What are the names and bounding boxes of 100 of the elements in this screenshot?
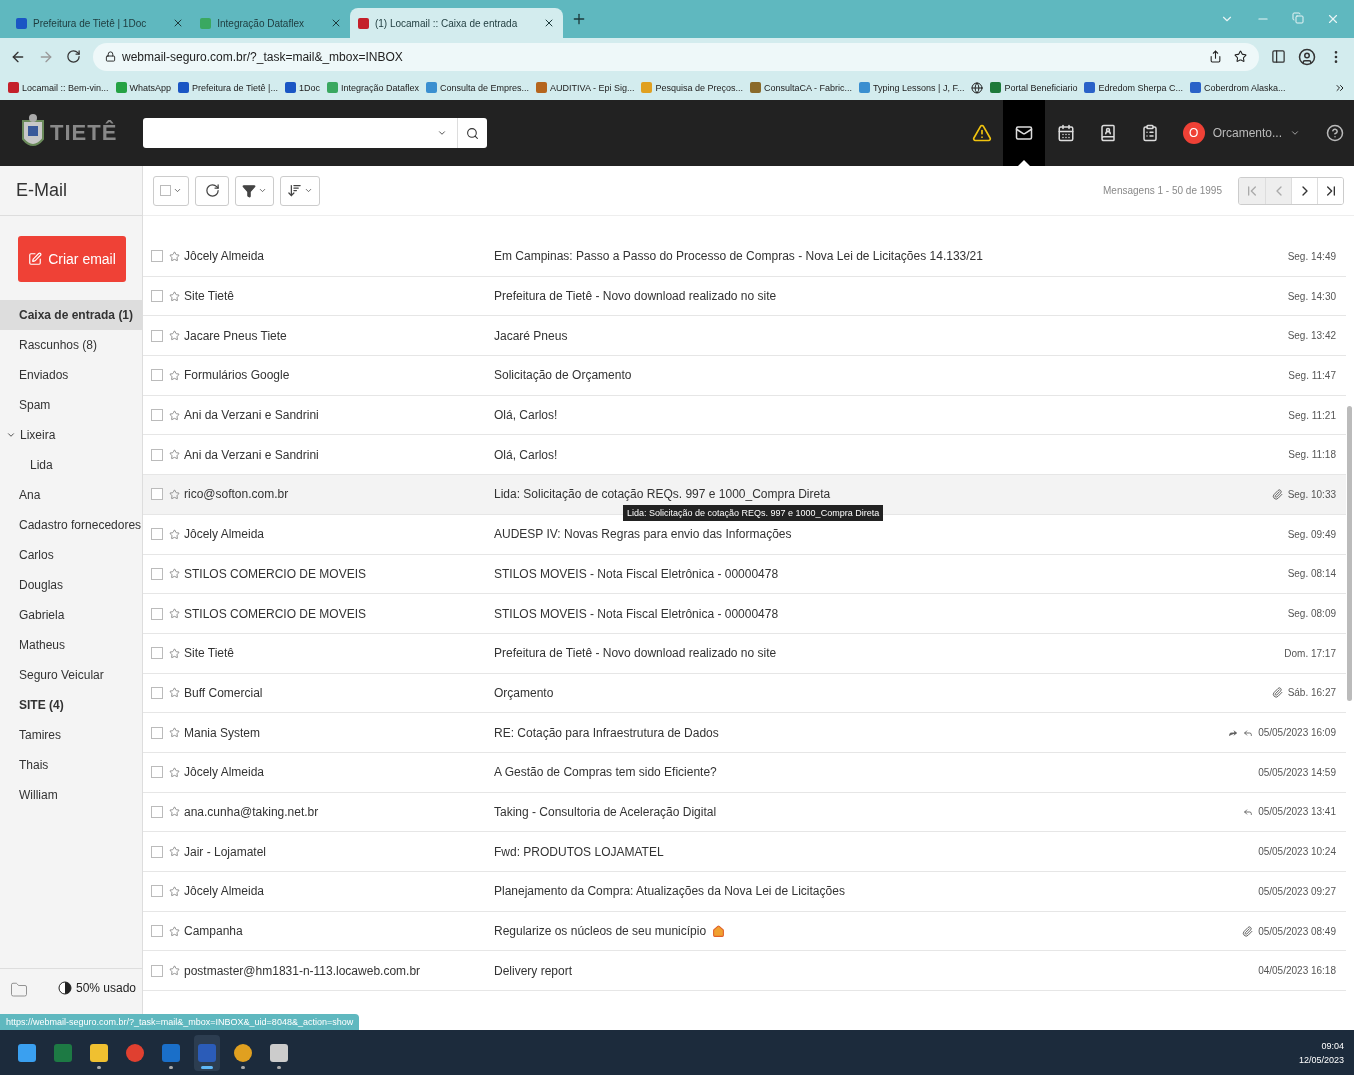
row-checkbox[interactable] xyxy=(151,726,163,739)
sort-icon xyxy=(287,183,302,198)
help-icon[interactable] xyxy=(1326,124,1344,142)
folder-item[interactable]: Seguro Veicular xyxy=(0,660,142,690)
row-checkbox[interactable] xyxy=(151,567,163,580)
row-checkbox[interactable] xyxy=(151,885,163,898)
star-icon[interactable] xyxy=(169,727,180,739)
folder-item[interactable]: Lida xyxy=(0,450,142,480)
row-checkbox[interactable] xyxy=(151,250,163,263)
star-icon[interactable] xyxy=(169,885,180,897)
folder-item[interactable]: Rascunhos (8) xyxy=(0,330,142,360)
star-icon[interactable] xyxy=(169,290,180,302)
star-icon[interactable] xyxy=(169,687,180,699)
star-icon[interactable] xyxy=(169,330,180,342)
bookmark[interactable]: Typing Lessons | J, F... xyxy=(859,82,965,93)
folder-icon[interactable] xyxy=(10,981,28,999)
row-checkbox[interactable] xyxy=(151,647,163,660)
star-icon[interactable] xyxy=(169,528,180,540)
folder-item[interactable]: Gabriela xyxy=(0,600,142,630)
bookmark[interactable]: 1Doc xyxy=(284,82,320,93)
select-button[interactable] xyxy=(153,175,189,206)
sort-button[interactable] xyxy=(280,175,320,206)
globe-icon[interactable] xyxy=(971,81,984,94)
star-icon[interactable] xyxy=(169,846,180,858)
folder-item[interactable]: Ana xyxy=(0,480,142,510)
folder-item[interactable]: Carlos xyxy=(0,540,142,570)
reload-icon[interactable] xyxy=(66,49,81,64)
bookmark[interactable]: Consulta de Empres... xyxy=(426,82,530,93)
row-checkbox[interactable] xyxy=(151,409,163,422)
account-name[interactable]: Orcamento... xyxy=(1212,126,1282,140)
address-bar[interactable]: webmail-seguro.com.br/?_task=mail&_mbox=INBOX xyxy=(93,42,1259,71)
bookmark[interactable]: Pesquisa de Preços... xyxy=(641,82,743,93)
search-icon[interactable] xyxy=(466,126,479,140)
folder-item[interactable]: Thais xyxy=(0,750,142,780)
star-icon[interactable] xyxy=(169,608,180,620)
browser-tab[interactable]: (1) Locamail :: Caixa de entrada xyxy=(349,8,564,38)
star-icon[interactable] xyxy=(169,369,180,381)
star-icon[interactable] xyxy=(169,568,180,580)
profile-icon[interactable] xyxy=(1298,47,1316,66)
caret-icon[interactable] xyxy=(6,430,16,440)
nav-button[interactable] xyxy=(1002,100,1045,166)
bookmark[interactable]: ConsultaCA - Fabric... xyxy=(750,82,852,93)
pencil-square-icon xyxy=(28,252,43,266)
row-checkbox[interactable] xyxy=(151,448,163,461)
star-icon[interactable] xyxy=(169,449,180,461)
bookmark[interactable]: Portal Beneficiario xyxy=(990,82,1078,93)
caret-icon[interactable] xyxy=(437,128,447,138)
folder-item[interactable]: Enviados xyxy=(0,360,142,390)
star-icon[interactable] xyxy=(169,806,180,818)
star-icon[interactable] xyxy=(169,488,180,500)
browser-tab[interactable]: Prefeitura de Tietê | 1Doc xyxy=(8,8,193,38)
scrollbar-thumb[interactable] xyxy=(1347,406,1352,701)
row-checkbox[interactable] xyxy=(151,528,163,541)
row-checkbox[interactable] xyxy=(151,369,163,382)
share-icon[interactable] xyxy=(1209,50,1222,63)
folder-item[interactable]: SITE (4) xyxy=(0,690,142,720)
filter-button[interactable] xyxy=(235,175,274,206)
folder-item[interactable]: William xyxy=(0,780,142,810)
bookmark[interactable]: Prefeitura de Tietê |... xyxy=(178,82,278,93)
row-checkbox[interactable] xyxy=(151,488,163,501)
search-field[interactable] xyxy=(143,118,487,148)
compose-button[interactable]: Criar email xyxy=(18,236,126,282)
row-checkbox[interactable] xyxy=(151,845,163,858)
restore-icon[interactable] xyxy=(1292,12,1304,24)
taskbar-app[interactable] xyxy=(194,1034,220,1071)
caret-icon[interactable] xyxy=(1290,128,1300,138)
folder-item[interactable]: Spam xyxy=(0,390,142,420)
row-checkbox[interactable] xyxy=(151,686,163,699)
folder-item[interactable]: Douglas xyxy=(0,570,142,600)
bookmark[interactable]: Integração Dataflex xyxy=(326,82,419,93)
row-checkbox[interactable] xyxy=(151,290,163,303)
pager-button[interactable] xyxy=(1317,177,1343,204)
folder-item[interactable]: Caixa de entrada (1) xyxy=(0,300,142,330)
star-icon[interactable] xyxy=(1234,50,1247,63)
row-checkbox[interactable] xyxy=(151,329,163,342)
star-icon[interactable] xyxy=(169,965,180,977)
row-checkbox[interactable] xyxy=(151,766,163,779)
bookmark[interactable]: Locamail :: Bem-vin... xyxy=(8,82,109,93)
row-checkbox[interactable] xyxy=(151,805,163,818)
row-checkbox[interactable] xyxy=(151,925,163,938)
browser-tab[interactable]: Integração Dataflex xyxy=(192,8,350,38)
avatar[interactable]: O xyxy=(1182,122,1205,144)
bookmark[interactable]: Edredom Sherpa C... xyxy=(1084,82,1183,93)
folder-item[interactable]: Matheus xyxy=(0,630,142,660)
bookmark[interactable]: AUDITIVA - Epi Sig... xyxy=(536,82,635,93)
side-panel-icon[interactable] xyxy=(1271,49,1286,64)
row-checkbox[interactable] xyxy=(151,964,163,977)
folder-item[interactable]: Lixeira xyxy=(0,420,142,450)
section-title: E-Mail xyxy=(0,166,142,216)
star-icon[interactable] xyxy=(169,766,180,778)
star-icon[interactable] xyxy=(169,250,180,262)
row-checkbox[interactable] xyxy=(151,607,163,620)
star-icon[interactable] xyxy=(169,925,180,937)
bookmark[interactable]: WhatsApp xyxy=(115,82,172,93)
folder-item[interactable]: Tamires xyxy=(0,720,142,750)
star-icon[interactable] xyxy=(169,409,180,421)
folder-item[interactable]: Cadastro fornecedores xyxy=(0,510,142,540)
bookmark[interactable]: Coberdrom Alaska... xyxy=(1190,82,1286,93)
refresh-button[interactable] xyxy=(195,175,229,206)
star-icon[interactable] xyxy=(169,647,180,659)
